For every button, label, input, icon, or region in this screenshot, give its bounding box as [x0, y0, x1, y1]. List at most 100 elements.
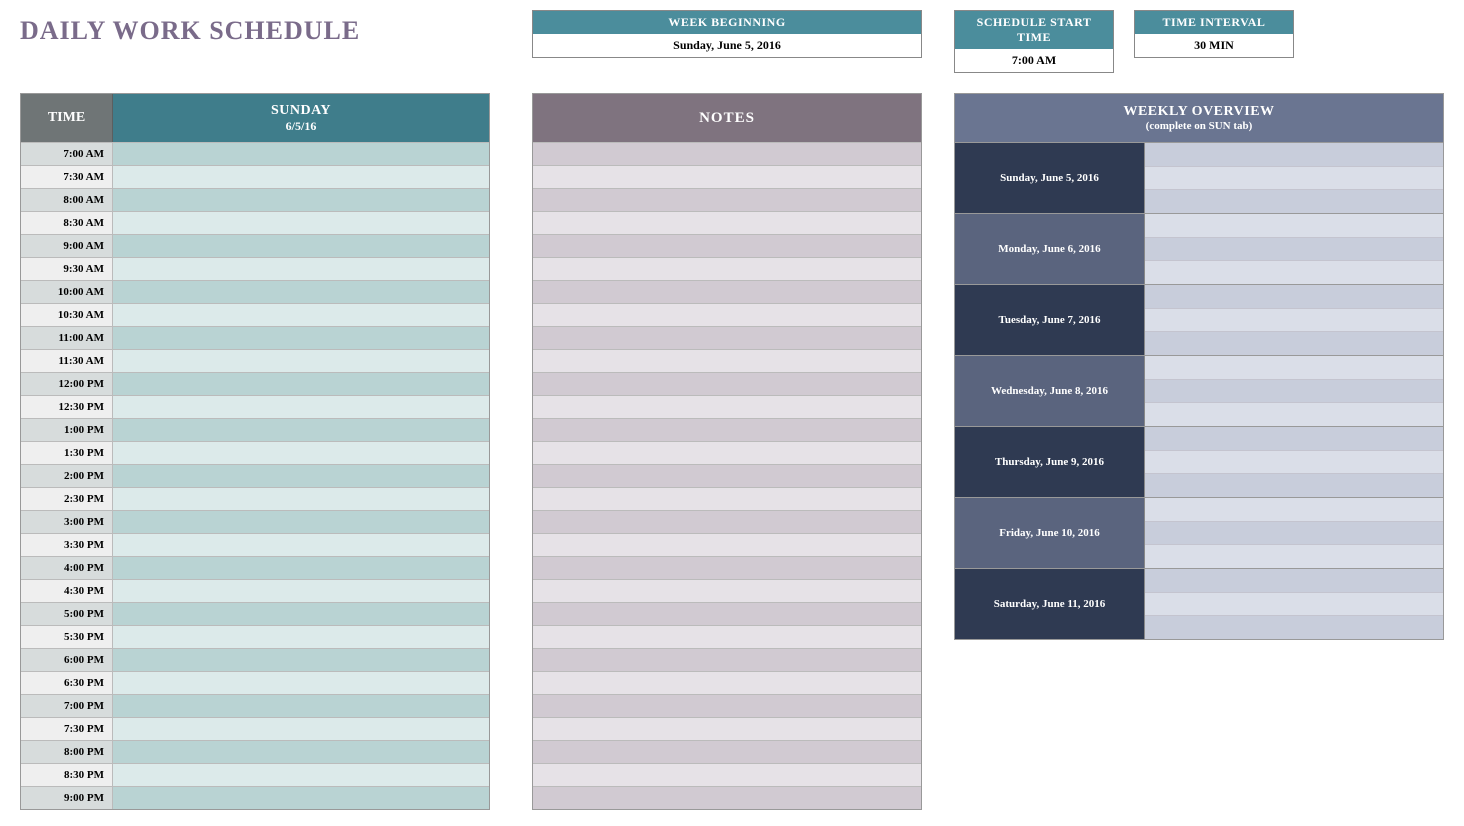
event-cell[interactable] [113, 603, 489, 625]
event-cell[interactable] [113, 557, 489, 579]
event-cell[interactable] [113, 166, 489, 188]
note-row[interactable] [533, 280, 921, 303]
overview-slot[interactable] [1145, 261, 1443, 284]
note-row[interactable] [533, 487, 921, 510]
event-cell[interactable] [113, 396, 489, 418]
event-cell[interactable] [113, 442, 489, 464]
note-row[interactable] [533, 786, 921, 809]
note-row[interactable] [533, 257, 921, 280]
event-cell[interactable] [113, 718, 489, 740]
page-title: DAILY WORK SCHEDULE [20, 10, 490, 46]
note-row[interactable] [533, 372, 921, 395]
event-cell[interactable] [113, 741, 489, 763]
time-cell: 5:00 PM [21, 603, 113, 625]
event-cell[interactable] [113, 258, 489, 280]
event-cell[interactable] [113, 189, 489, 211]
overview-slot[interactable] [1145, 190, 1443, 213]
overview-slot[interactable] [1145, 238, 1443, 262]
overview-slot[interactable] [1145, 545, 1443, 568]
note-row[interactable] [533, 717, 921, 740]
event-cell[interactable] [113, 350, 489, 372]
event-cell[interactable] [113, 327, 489, 349]
note-row[interactable] [533, 740, 921, 763]
overview-slot[interactable] [1145, 569, 1443, 593]
event-cell[interactable] [113, 626, 489, 648]
note-row[interactable] [533, 441, 921, 464]
note-row[interactable] [533, 395, 921, 418]
overview-slot[interactable] [1145, 451, 1443, 475]
schedule-row: 8:30 AM [21, 211, 489, 234]
note-row[interactable] [533, 625, 921, 648]
event-cell[interactable] [113, 143, 489, 165]
overview-slot[interactable] [1145, 309, 1443, 333]
overview-slot[interactable] [1145, 214, 1443, 238]
event-cell[interactable] [113, 419, 489, 441]
schedule-row: 9:30 AM [21, 257, 489, 280]
event-cell[interactable] [113, 649, 489, 671]
note-row[interactable] [533, 579, 921, 602]
note-row[interactable] [533, 234, 921, 257]
event-cell[interactable] [113, 695, 489, 717]
overview-slot[interactable] [1145, 332, 1443, 355]
note-row[interactable] [533, 763, 921, 786]
event-cell[interactable] [113, 465, 489, 487]
event-cell[interactable] [113, 235, 489, 257]
time-interval-box: TIME INTERVAL 30 MIN [1134, 10, 1294, 58]
note-row[interactable] [533, 510, 921, 533]
schedule-row: 7:30 AM [21, 165, 489, 188]
event-cell[interactable] [113, 672, 489, 694]
time-cell: 6:00 PM [21, 649, 113, 671]
note-row[interactable] [533, 464, 921, 487]
schedule-start-value[interactable]: 7:00 AM [955, 49, 1113, 72]
schedule-row: 6:00 PM [21, 648, 489, 671]
note-row[interactable] [533, 694, 921, 717]
note-row[interactable] [533, 165, 921, 188]
day-column-header: SUNDAY 6/5/16 [113, 94, 489, 142]
event-cell[interactable] [113, 488, 489, 510]
event-cell[interactable] [113, 580, 489, 602]
overview-slot[interactable] [1145, 522, 1443, 546]
time-cell: 11:30 AM [21, 350, 113, 372]
time-interval-value[interactable]: 30 MIN [1135, 34, 1293, 57]
event-cell[interactable] [113, 787, 489, 809]
note-row[interactable] [533, 188, 921, 211]
overview-slot[interactable] [1145, 285, 1443, 309]
overview-slot[interactable] [1145, 474, 1443, 497]
time-cell: 2:00 PM [21, 465, 113, 487]
overview-slot[interactable] [1145, 167, 1443, 191]
day-name: SUNDAY [113, 103, 489, 119]
overview-slot[interactable] [1145, 143, 1443, 167]
schedule-row: 4:00 PM [21, 556, 489, 579]
event-cell[interactable] [113, 511, 489, 533]
note-row[interactable] [533, 533, 921, 556]
note-row[interactable] [533, 648, 921, 671]
event-cell[interactable] [113, 534, 489, 556]
note-row[interactable] [533, 142, 921, 165]
week-beginning-value[interactable]: Sunday, June 5, 2016 [533, 34, 921, 57]
overview-slot[interactable] [1145, 593, 1443, 617]
overview-slot[interactable] [1145, 403, 1443, 426]
event-cell[interactable] [113, 281, 489, 303]
time-cell: 7:30 AM [21, 166, 113, 188]
time-cell: 6:30 PM [21, 672, 113, 694]
overview-date: Saturday, June 11, 2016 [955, 569, 1145, 639]
overview-slot[interactable] [1145, 498, 1443, 522]
overview-slots [1145, 498, 1443, 568]
note-row[interactable] [533, 349, 921, 372]
event-cell[interactable] [113, 212, 489, 234]
note-row[interactable] [533, 211, 921, 234]
event-cell[interactable] [113, 304, 489, 326]
overview-slot[interactable] [1145, 356, 1443, 380]
overview-slot[interactable] [1145, 427, 1443, 451]
note-row[interactable] [533, 303, 921, 326]
overview-slot[interactable] [1145, 616, 1443, 639]
overview-slot[interactable] [1145, 380, 1443, 404]
event-cell[interactable] [113, 373, 489, 395]
event-cell[interactable] [113, 764, 489, 786]
note-row[interactable] [533, 326, 921, 349]
note-row[interactable] [533, 556, 921, 579]
note-row[interactable] [533, 418, 921, 441]
note-row[interactable] [533, 671, 921, 694]
overview-date: Sunday, June 5, 2016 [955, 143, 1145, 213]
note-row[interactable] [533, 602, 921, 625]
